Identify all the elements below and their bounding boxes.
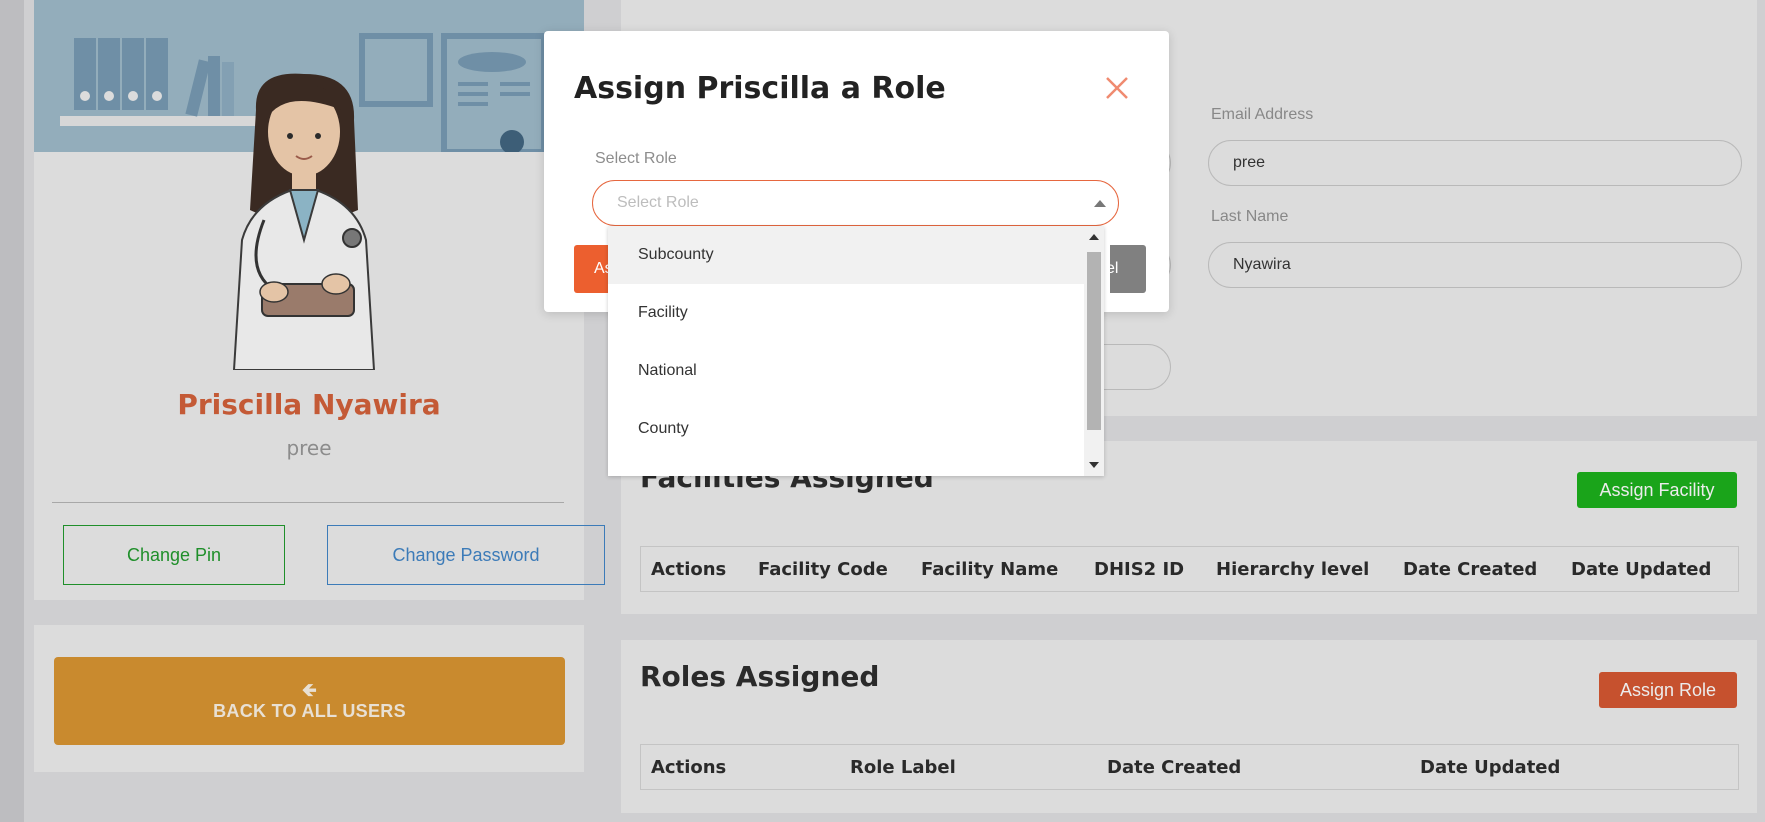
scroll-up-icon[interactable] — [1089, 234, 1099, 240]
role-options-list: Subcounty Facility National County — [608, 226, 1104, 476]
change-pin-button[interactable]: Change Pin — [63, 525, 285, 585]
roles-card: Roles Assigned Assign Role Actions Role … — [621, 640, 1757, 813]
column-header[interactable]: Date Updated — [1420, 757, 1560, 778]
close-icon[interactable] — [1102, 73, 1132, 103]
back-card: 🡸 BACK TO ALL USERS — [34, 625, 584, 772]
email-field[interactable]: pree — [1208, 140, 1742, 186]
scrollbar-thumb[interactable] — [1087, 252, 1101, 430]
profile-card: Priscilla Nyawira pree — [34, 0, 584, 600]
last-name-label: Last Name — [1211, 208, 1289, 225]
arrow-left-icon: 🡸 — [302, 679, 317, 700]
modal-title: Assign Priscilla a Role — [574, 71, 946, 106]
role-option-national[interactable]: National — [608, 342, 1084, 400]
scroll-down-icon[interactable] — [1089, 462, 1099, 468]
assign-role-button[interactable]: Assign Role — [1599, 672, 1737, 708]
profile-username: pree — [286, 436, 332, 460]
cancel-button-label: el — [1110, 260, 1119, 277]
dropdown-scrollbar[interactable] — [1084, 226, 1104, 476]
profile-divider — [52, 502, 564, 503]
change-password-button[interactable]: Change Password — [327, 525, 605, 585]
column-header[interactable]: Actions — [651, 757, 726, 778]
select-role-dropdown[interactable]: Select Role — [592, 180, 1119, 226]
left-edge — [0, 0, 24, 822]
roles-title: Roles Assigned — [640, 660, 880, 693]
column-header[interactable]: Date Created — [1403, 559, 1537, 580]
role-option-facility[interactable]: Facility — [608, 284, 1084, 342]
back-to-all-users-button[interactable]: 🡸 BACK TO ALL USERS — [54, 657, 565, 745]
column-header[interactable]: Date Created — [1107, 757, 1241, 778]
column-header[interactable]: Facility Name — [921, 559, 1058, 580]
profile-name: Priscilla Nyawira — [177, 388, 441, 421]
column-header[interactable]: Facility Code — [758, 559, 888, 580]
last-name-field[interactable]: Nyawira — [1208, 242, 1742, 288]
roles-table-header: Actions Role Label Date Created Date Upd… — [640, 744, 1739, 790]
column-header[interactable]: Hierarchy level — [1216, 559, 1369, 580]
column-header[interactable]: Actions — [651, 559, 726, 580]
role-option-subcounty[interactable]: Subcounty — [608, 226, 1084, 284]
column-header[interactable]: Date Updated — [1571, 559, 1711, 580]
assign-facility-button[interactable]: Assign Facility — [1577, 472, 1737, 508]
select-role-label: Select Role — [595, 150, 677, 167]
column-header[interactable]: Role Label — [850, 757, 956, 778]
doctor-avatar — [232, 73, 376, 370]
email-label: Email Address — [1211, 106, 1314, 123]
role-option-county[interactable]: County — [608, 400, 1084, 458]
facilities-table-header: Actions Facility Code Facility Name DHIS… — [640, 546, 1739, 592]
back-button-label: BACK TO ALL USERS — [213, 700, 406, 721]
chevron-up-icon — [1094, 200, 1106, 207]
column-header[interactable]: DHIS2 ID — [1094, 559, 1184, 580]
select-role-placeholder: Select Role — [617, 194, 699, 211]
cancel-button[interactable]: el — [1110, 245, 1146, 293]
